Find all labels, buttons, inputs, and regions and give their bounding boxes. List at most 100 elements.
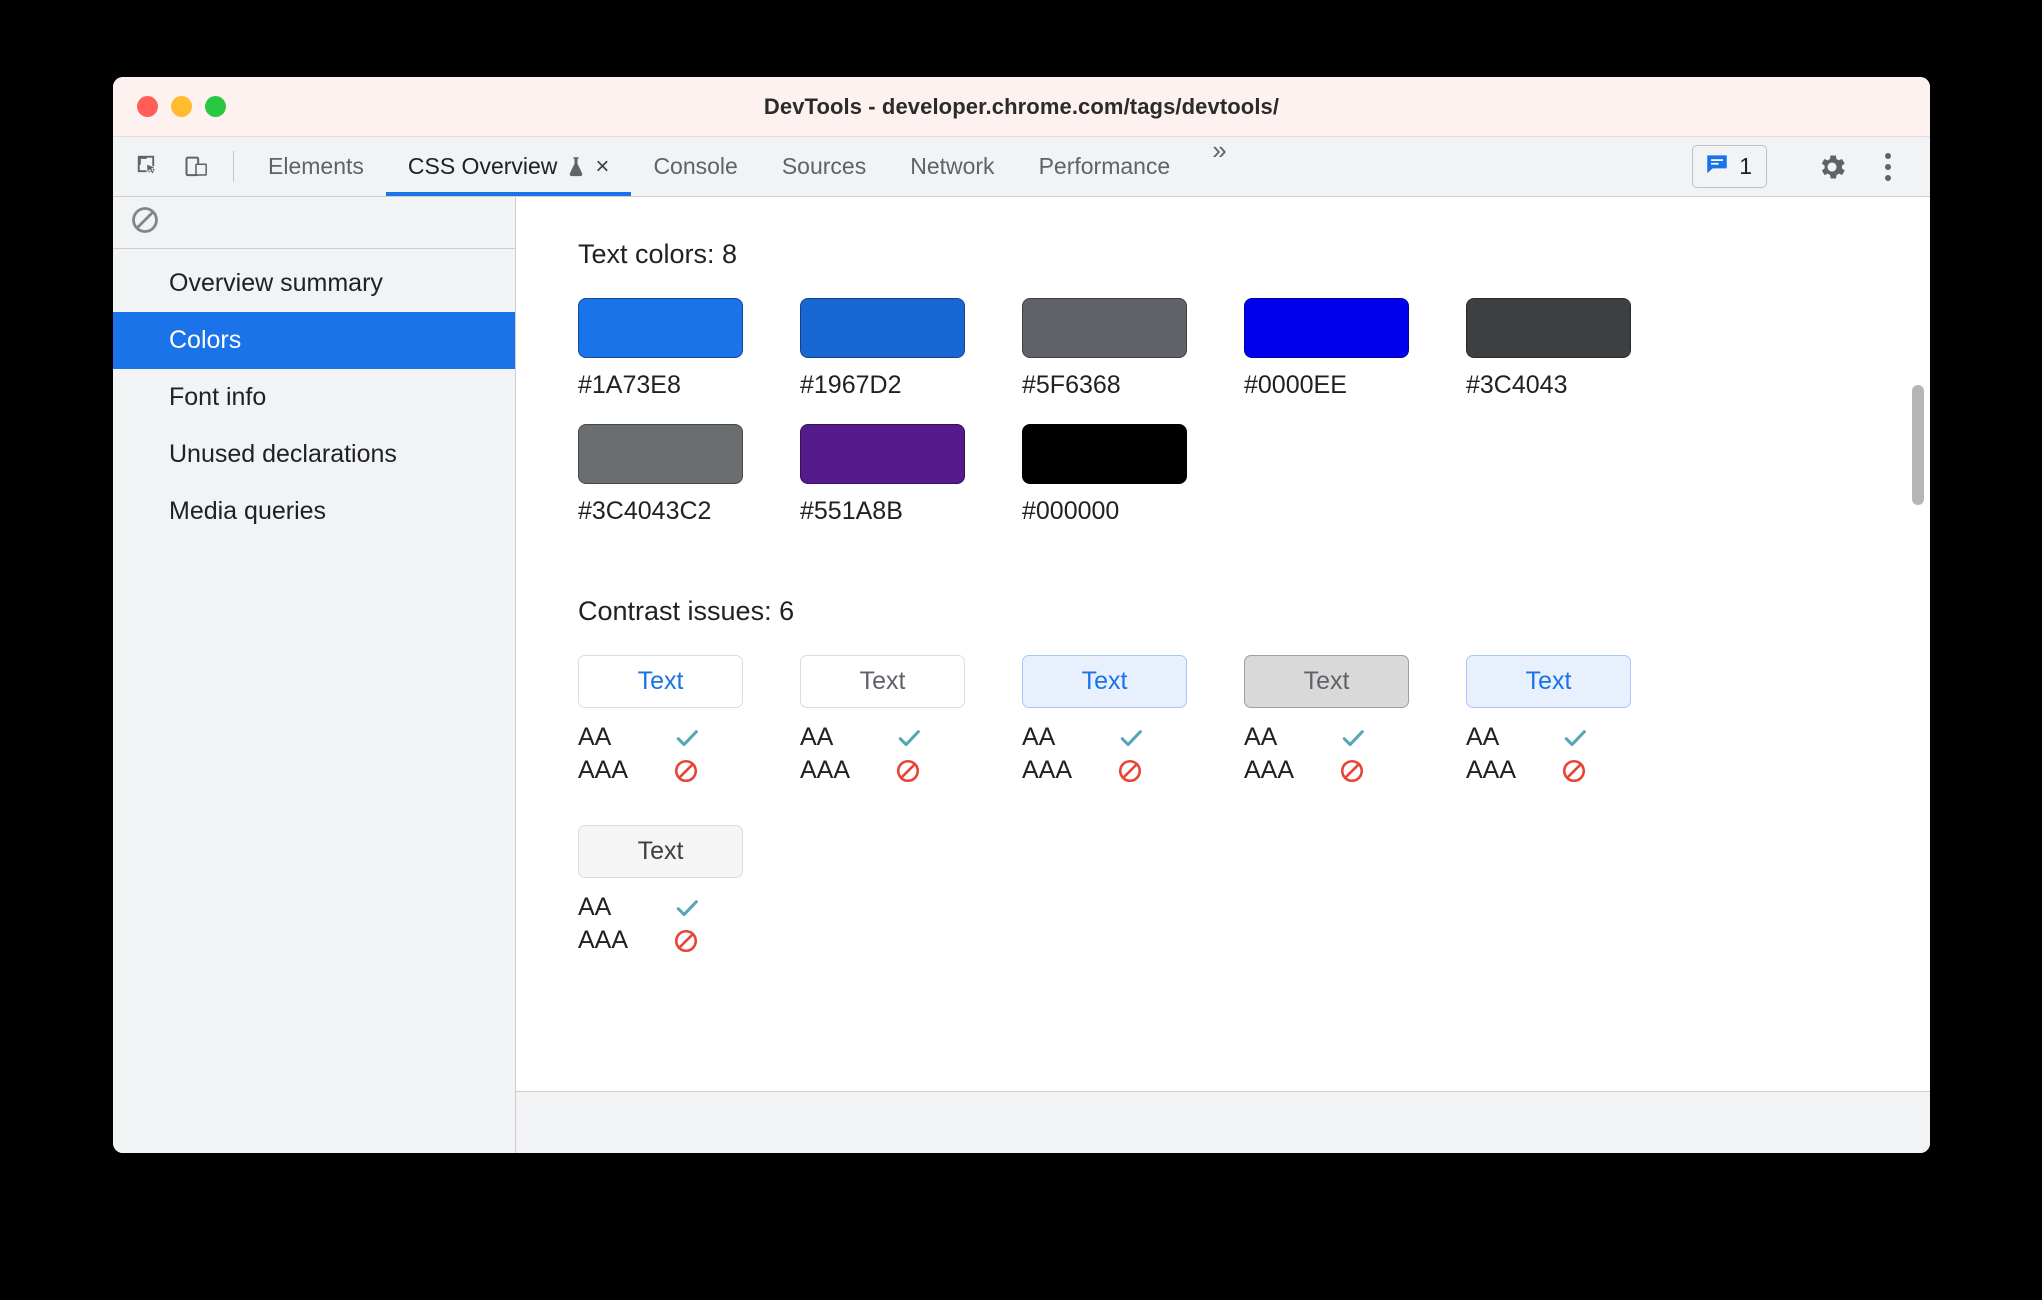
color-swatch-cell: #000000 <box>1022 424 1198 526</box>
tab-elements[interactable]: Elements <box>246 137 386 196</box>
contrast-sample-chip[interactable]: Text <box>578 825 743 878</box>
sidebar-item-list: Overview summary Colors Font info Unused… <box>113 249 515 540</box>
vertical-dots-icon[interactable] <box>1862 141 1914 193</box>
tab-sources[interactable]: Sources <box>760 137 888 196</box>
check-icon <box>895 724 923 752</box>
no-entry-icon <box>1561 758 1587 784</box>
contrast-level-label: AA <box>578 893 612 921</box>
contrast-level-row-aa: AA <box>578 721 778 754</box>
sidebar-item-media-queries[interactable]: Media queries <box>113 483 515 540</box>
more-tabs-chevron-icon[interactable]: » <box>1192 137 1246 196</box>
devtools-window: DevTools - developer.chrome.com/tags/dev… <box>113 77 1930 1153</box>
color-swatch[interactable] <box>800 298 965 358</box>
panel-body: Overview summary Colors Font info Unused… <box>113 197 1930 1153</box>
gear-icon[interactable] <box>1806 141 1858 193</box>
contrast-issue-card: Text AA AAA <box>1022 655 1222 787</box>
close-icon[interactable]: × <box>595 154 609 179</box>
color-swatch[interactable] <box>1466 298 1631 358</box>
window-titlebar: DevTools - developer.chrome.com/tags/dev… <box>113 77 1930 137</box>
no-entry-clear-overview-icon[interactable] <box>129 204 161 241</box>
css-overview-content-wrap: Text colors: 8 #1A73E8 #1967D2 #5F6368 #000… <box>516 197 1930 1153</box>
check-icon <box>673 894 701 922</box>
tab-label: Console <box>653 153 738 179</box>
color-swatch[interactable] <box>578 298 743 358</box>
contrast-level-row-aaa: AAA <box>1244 754 1444 787</box>
scrollbar-thumb[interactable] <box>1912 385 1924 505</box>
dot <box>1885 163 1891 170</box>
contrast-sample-chip[interactable]: Text <box>1244 655 1409 708</box>
color-swatch-label: #551A8B <box>800 497 903 525</box>
zoom-window-button[interactable] <box>205 96 226 117</box>
color-swatch[interactable] <box>1022 424 1187 484</box>
contrast-issues-title: Contrast issues: 6 <box>578 596 795 626</box>
contrast-level-row-aaa: AAA <box>1022 754 1222 787</box>
contrast-level-row-aa: AA <box>578 891 778 924</box>
check-icon <box>1339 724 1367 752</box>
tab-css-overview[interactable]: CSS Overview × <box>385 137 632 196</box>
contrast-issue-card: Text AA AAA <box>578 825 778 957</box>
close-window-button[interactable] <box>137 96 158 117</box>
contrast-levels: AA AAA <box>578 891 778 957</box>
contrast-levels: AA AAA <box>578 721 778 787</box>
color-swatch-label: #0000EE <box>1244 371 1347 399</box>
check-icon <box>1561 724 1589 752</box>
tab-performance[interactable]: Performance <box>1017 137 1193 196</box>
color-swatch[interactable] <box>578 424 743 484</box>
sidebar-item-unused-declarations[interactable]: Unused declarations <box>113 426 515 483</box>
tab-console[interactable]: Console <box>631 137 759 196</box>
contrast-issue-card: Text AA AAA <box>578 655 778 787</box>
color-swatch-cell: #1A73E8 <box>578 298 754 400</box>
css-overview-sidebar: Overview summary Colors Font info Unused… <box>113 197 516 1153</box>
color-swatch-label: #000000 <box>1022 497 1120 525</box>
check-icon <box>1117 724 1145 752</box>
contrast-level-label: AAA <box>1244 756 1295 784</box>
traffic-lights <box>137 96 226 117</box>
color-swatch-label: #1A73E8 <box>578 371 681 399</box>
color-swatch-cell: #0000EE <box>1244 298 1420 400</box>
sidebar-item-colors[interactable]: Colors <box>113 312 515 369</box>
contrast-level-row-aaa: AAA <box>800 754 1000 787</box>
tab-label: Elements <box>268 153 364 179</box>
contrast-level-row-aaa: AAA <box>578 754 778 787</box>
contrast-level-row-aa: AA <box>1244 721 1444 754</box>
contrast-level-label: AA <box>1466 723 1500 751</box>
color-swatch-label: #1967D2 <box>800 371 902 399</box>
dot <box>1885 152 1891 159</box>
tab-network[interactable]: Network <box>888 137 1016 196</box>
inspect-cursor-icon[interactable] <box>125 137 173 196</box>
color-swatch[interactable] <box>1244 298 1409 358</box>
contrast-issue-card: Text AA AAA <box>800 655 1000 787</box>
color-swatch[interactable] <box>800 424 965 484</box>
content-footer-bar <box>516 1091 1930 1153</box>
minimize-window-button[interactable] <box>171 96 192 117</box>
device-toolbar-icon[interactable] <box>173 137 221 196</box>
no-entry-icon <box>673 758 699 784</box>
sidebar-item-overview-summary[interactable]: Overview summary <box>113 255 515 312</box>
panel-tabs: Elements CSS Overview × Console Sources … <box>246 137 1692 196</box>
contrast-sample-chip[interactable]: Text <box>1022 655 1187 708</box>
contrast-level-row-aaa: AAA <box>1466 754 1666 787</box>
check-icon <box>673 724 701 752</box>
sidebar-item-font-info[interactable]: Font info <box>113 369 515 426</box>
color-swatch-label: #3C4043 <box>1466 371 1568 399</box>
sidebar-item-label: Font info <box>169 383 267 411</box>
contrast-levels: AA AAA <box>1244 721 1444 787</box>
sidebar-toolbar <box>113 197 515 249</box>
contrast-sample-chip[interactable]: Text <box>1466 655 1631 708</box>
text-colors-grid: #1A73E8 #1967D2 #5F6368 #0000EE #3C4043 #3C40… <box>578 298 1930 526</box>
contrast-levels: AA AAA <box>1466 721 1666 787</box>
contrast-sample-chip[interactable]: Text <box>578 655 743 708</box>
contrast-issue-card: Text AA AAA <box>1244 655 1444 787</box>
tabstrip-right-tools: 1 <box>1692 137 1930 196</box>
no-entry-icon <box>895 758 921 784</box>
contrast-level-label: AAA <box>578 926 629 954</box>
sidebar-item-label: Overview summary <box>169 269 383 297</box>
flask-icon <box>565 155 587 179</box>
contrast-levels: AA AAA <box>800 721 1000 787</box>
contrast-level-row-aa: AA <box>800 721 1000 754</box>
contrast-level-label: AA <box>578 723 612 751</box>
issues-badge[interactable]: 1 <box>1692 145 1767 188</box>
contrast-sample-chip[interactable]: Text <box>800 655 965 708</box>
issues-message-icon <box>1704 151 1730 182</box>
color-swatch[interactable] <box>1022 298 1187 358</box>
